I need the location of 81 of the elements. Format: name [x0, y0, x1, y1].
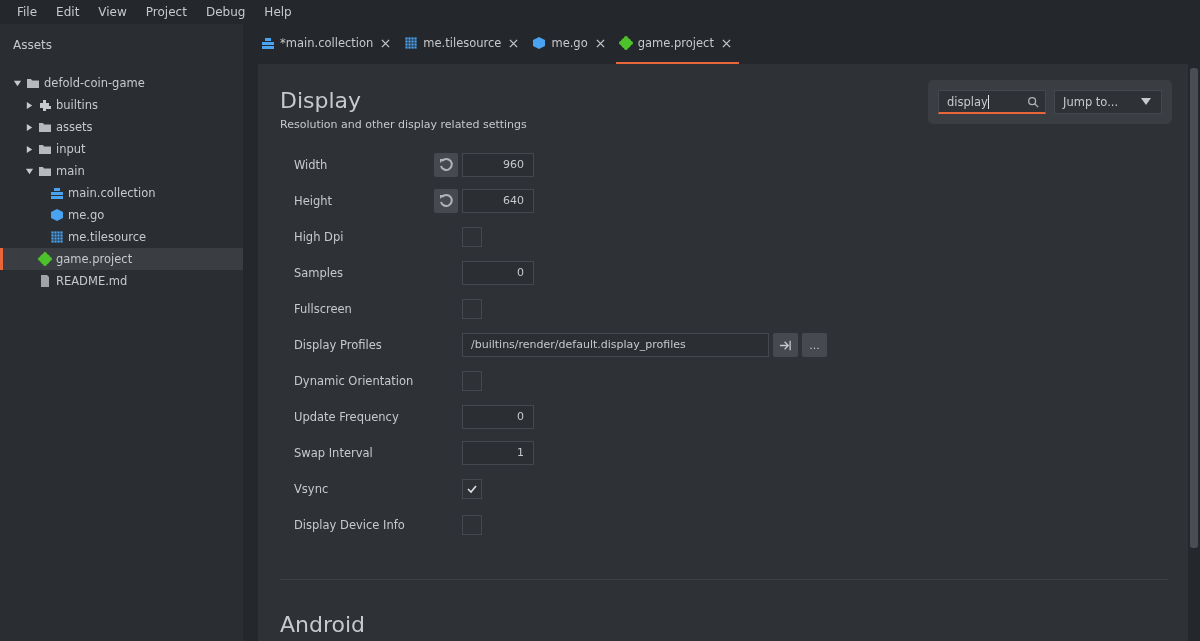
menu-item[interactable]: View [98, 5, 127, 19]
open-resource-button[interactable] [773, 333, 798, 357]
panel-title: Assets [12, 37, 54, 54]
folder-icon [38, 164, 52, 178]
reset-icon [438, 157, 454, 173]
collection-icon [261, 36, 275, 50]
tree-item[interactable]: me.tilesource [0, 226, 243, 248]
search-icon [1027, 95, 1039, 108]
field-label: Dynamic Orientation [294, 374, 415, 388]
menu-item[interactable]: Project [145, 5, 187, 19]
tree-item[interactable]: defold-coin-game [0, 72, 243, 94]
tilesource-icon [50, 230, 64, 244]
number-field[interactable]: 1 [462, 441, 534, 465]
editor-tab[interactable]: me.tilesource [401, 24, 527, 64]
resource-path-field[interactable]: /builtins/render/default.display_profiles [462, 333, 769, 357]
file-icon [38, 274, 52, 288]
close-icon[interactable] [509, 38, 519, 48]
menu-item[interactable]: File [17, 5, 38, 19]
checkbox[interactable] [462, 515, 482, 535]
field-label: Display Device Info [294, 518, 406, 532]
field-label: High Dpi [294, 230, 345, 244]
section-description: Resolution and other display related settings [280, 118, 528, 131]
expand-arrow-icon[interactable] [25, 144, 34, 154]
tilesource-icon [404, 36, 419, 50]
editor-tab[interactable]: *main.collection [258, 24, 399, 64]
expand-arrow-icon[interactable] [25, 122, 34, 132]
section-title: Android [280, 611, 366, 639]
menu-item[interactable]: Edit [56, 5, 80, 19]
number-field[interactable]: 0 [462, 405, 534, 429]
field-label: Update Frequency [294, 410, 400, 424]
tree-item[interactable]: input [0, 138, 243, 160]
tree-item[interactable]: me.go [0, 204, 243, 226]
expand-arrow-icon[interactable] [13, 78, 22, 88]
checkbox[interactable] [462, 299, 482, 319]
close-icon[interactable] [721, 38, 731, 48]
field-label: Height [294, 194, 333, 208]
tree-item[interactable]: assets [0, 116, 243, 138]
tree-item[interactable]: README.md [0, 270, 243, 292]
search-field[interactable]: display [938, 90, 1046, 114]
tree-item[interactable]: main.collection [0, 182, 243, 204]
jump-dropdown[interactable]: Jump to... [1054, 90, 1162, 114]
project-icon [38, 252, 52, 266]
checkbox[interactable] [462, 371, 482, 391]
number-field[interactable]: 640 [462, 189, 534, 213]
field-label: Display Profiles [294, 338, 383, 352]
editor-tab[interactable]: me.go [529, 24, 613, 64]
tree-item[interactable]: builtins [0, 94, 243, 116]
reset-icon [438, 193, 454, 209]
tree-item[interactable]: game.project [0, 248, 243, 270]
checkbox[interactable] [462, 227, 482, 247]
number-field[interactable]: 0 [462, 261, 534, 285]
checkmark-icon [466, 483, 478, 495]
scrollbar-thumb[interactable] [1190, 68, 1198, 548]
number-field[interactable]: 960 [462, 153, 534, 177]
reset-button[interactable] [434, 189, 458, 213]
tree-item[interactable]: main [0, 160, 243, 182]
gameobject-icon [50, 208, 64, 222]
field-label: Vsync [294, 482, 330, 496]
folder-icon [38, 142, 52, 156]
checkbox[interactable] [462, 479, 482, 499]
browse-button[interactable]: ... [802, 333, 827, 357]
menu-item[interactable]: Debug [205, 5, 246, 19]
reset-button[interactable] [434, 153, 458, 177]
expand-arrow-icon[interactable] [25, 100, 34, 110]
close-icon[interactable] [595, 38, 605, 48]
menu-item[interactable]: Help [264, 5, 292, 19]
project-icon [618, 36, 633, 50]
dropdown-arrow-icon [1141, 98, 1151, 106]
collection-icon [50, 186, 64, 200]
field-label: Fullscreen [294, 302, 353, 316]
expand-arrow-icon[interactable] [25, 166, 34, 176]
folder-icon [38, 120, 52, 134]
folder-icon [26, 76, 40, 90]
section-title: Display [280, 87, 362, 115]
field-label: Swap Interval [294, 446, 374, 460]
jump-to-icon [779, 338, 792, 352]
close-icon[interactable] [381, 38, 391, 48]
field-label: Samples [294, 266, 345, 280]
field-label: Width [294, 158, 329, 172]
gameobject-icon [532, 36, 547, 50]
library-icon [38, 98, 52, 112]
